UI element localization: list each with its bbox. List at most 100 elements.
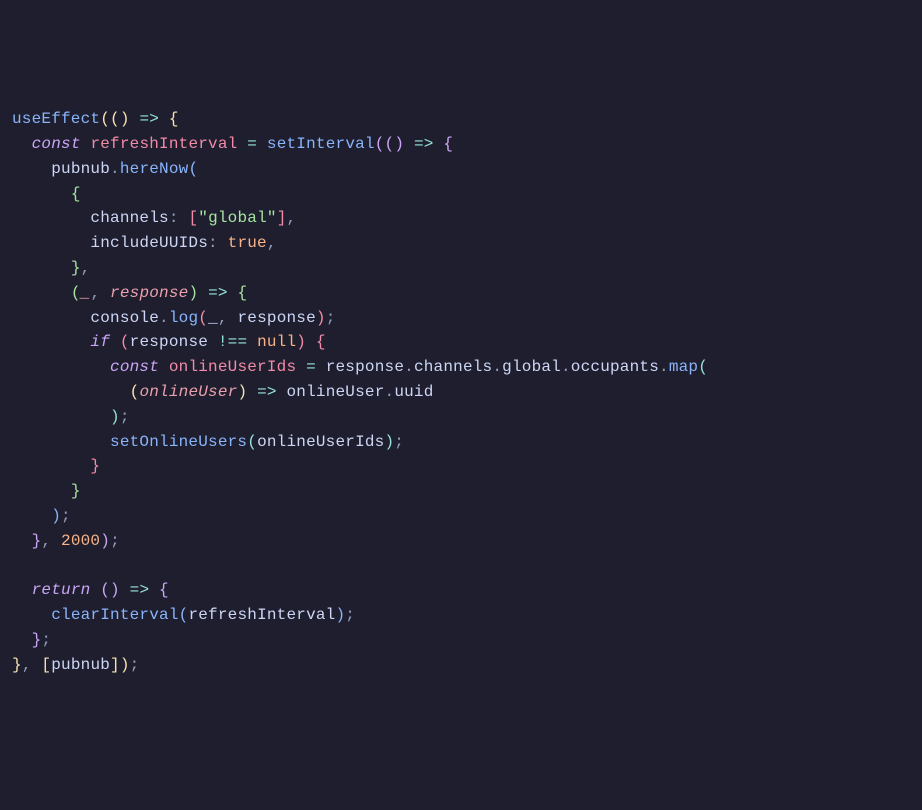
code-line[interactable]: ); [12,504,910,529]
code-token [296,358,306,376]
code-token: = [306,358,316,376]
code-token: response [326,358,404,376]
code-token: global [502,358,561,376]
code-line[interactable]: } [12,454,910,479]
code-token: { [434,135,454,153]
code-token: ) [188,284,208,302]
code-token: uuid [394,383,433,401]
code-token: response [238,309,316,327]
code-token: ] [277,209,287,227]
code-token: = [247,135,257,153]
code-token: "global" [198,209,276,227]
code-token: refreshInterval [90,135,237,153]
code-token: log [169,309,198,327]
code-line[interactable]: pubnub.hereNow( [12,157,910,182]
code-line[interactable]: (_, response) => { [12,281,910,306]
code-token: ) [120,110,140,128]
code-token [237,135,247,153]
code-token: => [257,383,277,401]
code-token: , [41,532,61,550]
code-token: response [130,333,218,351]
code-line[interactable]: const onlineUserIds = response.channels.… [12,355,910,380]
code-token: ( [188,160,198,178]
code-token: 2000 [61,532,100,550]
code-token: , [287,209,297,227]
code-token: ; [326,309,336,327]
code-token: } [32,532,42,550]
code-token: setOnlineUsers [110,433,247,451]
code-line[interactable]: { [12,182,910,207]
code-token: ( [110,333,130,351]
code-token: { [159,110,179,128]
code-line[interactable]: }; [12,628,910,653]
code-token: . [561,358,571,376]
code-token: onlineUserIds [257,433,384,451]
code-line[interactable]: includeUUIDs: true, [12,231,910,256]
code-token: channels [90,209,168,227]
code-token: (( [100,110,120,128]
code-token: ) [237,383,257,401]
code-line[interactable]: }, 2000); [12,529,910,554]
code-line[interactable]: console.log(_, response); [12,306,910,331]
code-token: ; [345,606,355,624]
code-line[interactable]: }, [12,256,910,281]
code-token: console [90,309,159,327]
code-token: => [130,581,150,599]
code-token: ; [394,433,404,451]
code-token: => [414,135,434,153]
code-token: _ [208,309,218,327]
code-token: } [71,259,81,277]
code-line[interactable] [12,554,910,579]
code-token: setInterval [267,135,375,153]
code-token: ) [120,656,130,674]
code-token: { [149,581,169,599]
code-line[interactable]: ); [12,405,910,430]
code-editor-content[interactable]: useEffect(() => { const refreshInterval … [12,107,910,677]
code-line[interactable]: (onlineUser) => onlineUser.uuid [12,380,910,405]
code-line[interactable]: }, [pubnub]); [12,653,910,678]
code-token: const [110,358,159,376]
code-token: => [139,110,159,128]
code-token: ) [335,606,345,624]
code-token: , [81,259,91,277]
code-token: ; [110,532,120,550]
code-token: } [90,457,100,475]
code-token: } [32,631,42,649]
code-line[interactable]: } [12,479,910,504]
code-token: null [257,333,296,351]
code-token: ( [247,433,257,451]
code-token: ; [61,507,71,525]
code-token [277,383,287,401]
code-line[interactable]: channels: ["global"], [12,206,910,231]
code-line[interactable]: if (response !== null) { [12,330,910,355]
code-line[interactable]: const refreshInterval = setInterval(() =… [12,132,910,157]
code-token: useEffect [12,110,100,128]
code-token: response [110,284,188,302]
code-line[interactable]: setOnlineUsers(onlineUserIds); [12,430,910,455]
code-token: ( [90,581,110,599]
code-token: } [12,656,22,674]
code-token: . [385,383,395,401]
code-token: const [32,135,81,153]
code-token: ; [41,631,51,649]
code-token: pubnub [51,656,110,674]
code-token: occupants [571,358,659,376]
code-token [257,135,267,153]
code-line[interactable]: clearInterval(refreshInterval); [12,603,910,628]
code-token: map [669,358,698,376]
code-token: ) [316,309,326,327]
code-token: ; [120,408,130,426]
code-line[interactable]: useEffect(() => { [12,107,910,132]
code-token: onlineUser [139,383,237,401]
code-token: . [659,358,669,376]
code-token: pubnub [51,160,110,178]
code-line[interactable]: return () => { [12,578,910,603]
code-token: . [492,358,502,376]
code-token: ) [110,408,120,426]
code-token: ; [130,656,140,674]
code-token: : [169,209,189,227]
code-token: ) [394,135,414,153]
code-token: { [228,284,248,302]
code-token: => [208,284,228,302]
code-token: { [316,333,326,351]
